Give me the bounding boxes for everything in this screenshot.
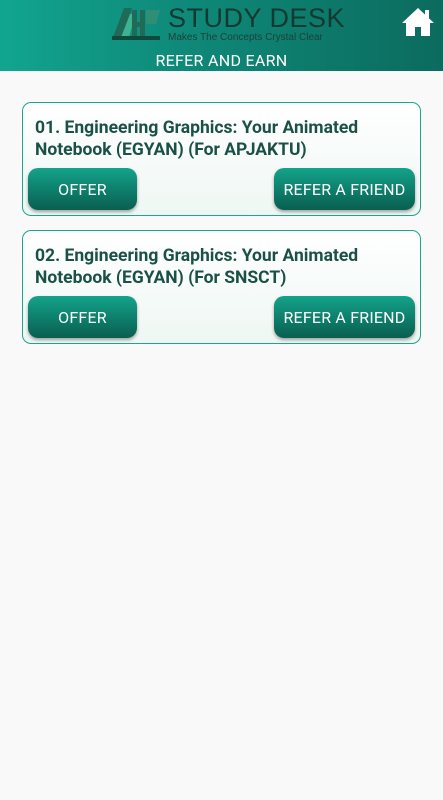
study-desk-logo: STUDY DESK Makes The Concepts Crystal Cl…: [110, 5, 345, 43]
home-button[interactable]: [401, 6, 435, 38]
logo-tagline: Makes The Concepts Crystal Clear: [168, 32, 323, 43]
app-header: STUDY DESK Makes The Concepts Crystal Cl…: [0, 0, 443, 71]
course-card: 01. Engineering Graphics: Your Animated …: [22, 102, 421, 216]
course-title: 02. Engineering Graphics: Your Animated …: [35, 246, 359, 288]
course-card: 02. Engineering Graphics: Your Animated …: [22, 230, 421, 344]
refer-a-friend-button[interactable]: REFER A FRIEND: [274, 296, 415, 338]
refer-a-friend-button[interactable]: REFER A FRIEND: [274, 168, 415, 210]
logo-title: STUDY DESK: [168, 3, 346, 33]
offer-button[interactable]: OFFER: [28, 296, 137, 338]
course-title: 01. Engineering Graphics: Your Animated …: [35, 118, 359, 160]
home-icon: [402, 8, 434, 36]
logo-mark-icon: [112, 8, 160, 40]
offer-button[interactable]: OFFER: [28, 168, 137, 210]
page-title: REFER AND EARN: [155, 51, 288, 70]
